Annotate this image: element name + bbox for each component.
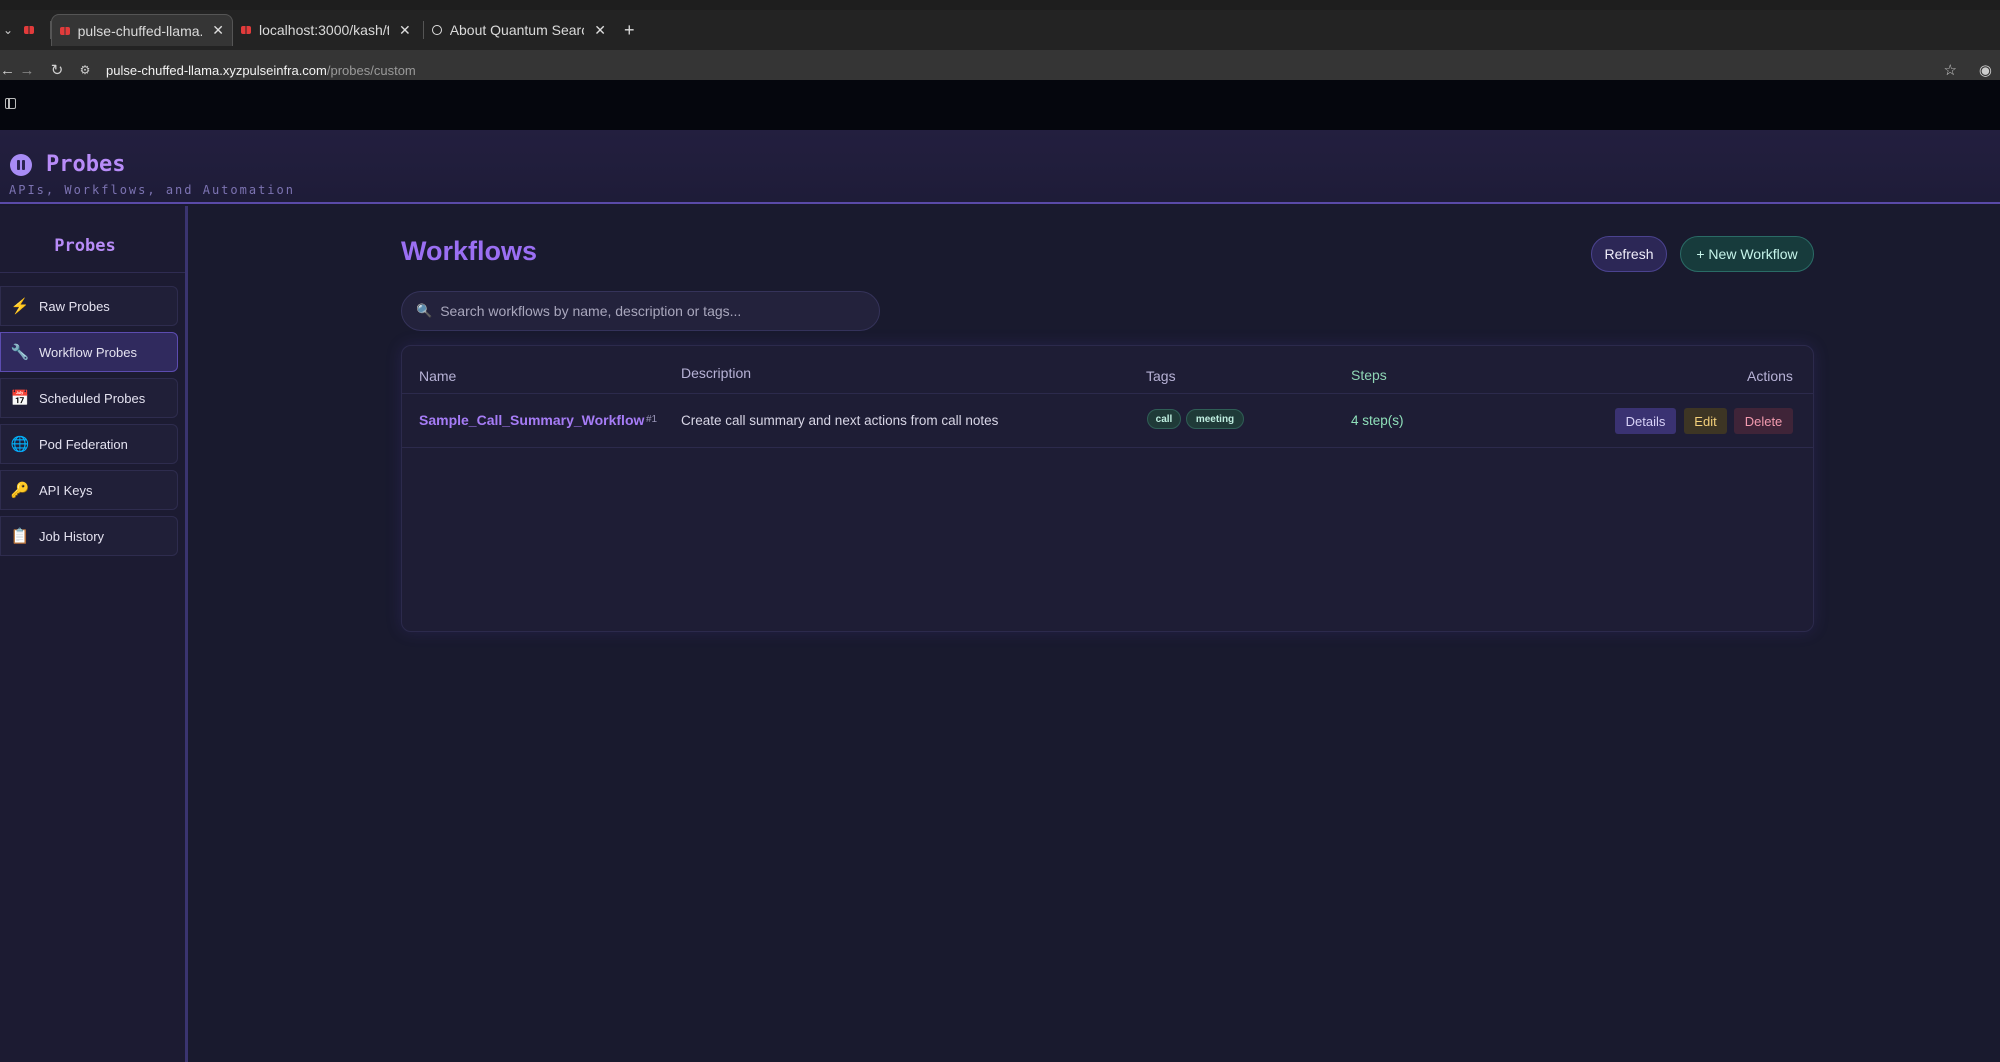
workflow-description: Create call summary and next actions fro… — [681, 413, 999, 428]
profile-icon[interactable]: ◉ — [1979, 61, 1992, 79]
brand-subtitle: APIs, Workflows, and Automation — [9, 183, 295, 197]
table-row: Sample_Call_Summary_Workflow #1 Create c… — [402, 394, 1813, 448]
workflow-id-badge: #1 — [646, 414, 658, 425]
clipboard-icon: 📋 — [10, 528, 30, 545]
details-button[interactable]: Details — [1615, 408, 1676, 434]
globe-icon: 🌐 — [10, 436, 30, 453]
browser-tab-quantum[interactable]: About Quantum Search ✕ — [424, 14, 614, 46]
close-tab-icon[interactable]: ✕ — [212, 22, 224, 39]
bookmark-star-icon[interactable]: ☆ — [1943, 61, 1956, 79]
delete-button[interactable]: Delete — [1734, 408, 1793, 434]
sidebar-item-job-history[interactable]: 📋 Job History — [0, 516, 178, 556]
refresh-button[interactable]: Refresh — [1591, 236, 1667, 272]
back-icon[interactable]: ← — [0, 62, 15, 79]
pause-logo-icon — [10, 154, 32, 176]
sidebar-item-raw-probes[interactable]: ⚡ Raw Probes — [0, 286, 178, 326]
site-settings-icon[interactable]: ⚙ — [72, 63, 98, 77]
lightning-icon: ⚡ — [10, 298, 30, 315]
close-tab-icon[interactable]: ✕ — [399, 22, 411, 39]
column-header-actions: Actions — [1747, 368, 1793, 384]
tab-list-chevron-icon[interactable]: ⌄ — [0, 23, 16, 37]
browser-tab-active[interactable]: pulse-chuffed-llama.xyzpulseinfra.com ✕ — [51, 14, 233, 46]
search-icon: 🔍 — [416, 303, 433, 318]
workflow-steps-count: 4 step(s) — [1351, 413, 1404, 428]
sidebar-item-pod-federation[interactable]: 🌐 Pod Federation — [0, 424, 178, 464]
tab-title: pulse-chuffed-llama.xyzpulseinfra.com — [77, 22, 203, 39]
column-header-tags: Tags — [1146, 368, 1176, 384]
sidebar-toggle-icon[interactable] — [5, 98, 16, 109]
sidebar-item-label: Job History — [39, 528, 105, 544]
column-header-steps: Steps — [1351, 367, 1387, 383]
calendar-icon: 📅 — [10, 390, 30, 407]
red-favicon-icon — [24, 26, 34, 34]
search-box: 🔍 — [401, 291, 880, 331]
brand-title: Probes — [46, 152, 126, 177]
sidebar-divider — [0, 272, 185, 273]
circle-favicon-icon — [432, 25, 442, 35]
new-workflow-button[interactable]: + New Workflow — [1680, 236, 1814, 272]
reload-icon[interactable]: ↻ — [42, 61, 72, 79]
table-header: Name Description Tags Steps Actions — [402, 346, 1813, 394]
sidebar-item-label: Scheduled Probes — [39, 390, 146, 406]
app-top-bar — [0, 80, 2000, 130]
sidebar-item-scheduled-probes[interactable]: 📅 Scheduled Probes — [0, 378, 178, 418]
url-field[interactable]: pulse-chuffed-llama.xyzpulseinfra.com/pr… — [106, 63, 416, 78]
sidebar-item-label: Raw Probes — [39, 298, 110, 314]
sidebar: Probes ⚡ Raw Probes 🔧 Workflow Probes 📅 … — [0, 206, 188, 1062]
column-header-description: Description — [681, 365, 752, 381]
tag-chip: meeting — [1186, 409, 1244, 429]
tag-chip: call — [1147, 409, 1181, 429]
close-tab-icon[interactable]: ✕ — [594, 22, 606, 39]
browser-tab-localhost[interactable]: localhost:3000/kash/tags ✕ — [233, 14, 423, 46]
workflow-name-link[interactable]: Sample_Call_Summary_Workflow — [419, 412, 644, 428]
wrench-icon: 🔧 — [10, 344, 30, 361]
column-header-name: Name — [419, 368, 457, 384]
sidebar-item-api-keys[interactable]: 🔑 API Keys — [0, 470, 178, 510]
sidebar-item-label: Workflow Probes — [39, 344, 138, 360]
page-header: Probes APIs, Workflows, and Automation — [0, 130, 2000, 204]
sidebar-item-label: API Keys — [39, 482, 93, 498]
page-title: Workflows — [401, 236, 538, 266]
sidebar-item-label: Pod Federation — [39, 436, 128, 452]
red-favicon-icon — [241, 26, 251, 34]
sidebar-item-workflow-probes[interactable]: 🔧 Workflow Probes — [0, 332, 178, 372]
red-favicon-icon — [60, 26, 70, 35]
search-input[interactable] — [440, 303, 861, 319]
browser-tab-pinned[interactable] — [16, 14, 50, 46]
workflows-table: Name Description Tags Steps Actions Samp… — [401, 345, 1814, 632]
browser-tab-bar: ⌄ pulse-chuffed-llama.xyzpulseinfra.com … — [0, 10, 2000, 50]
url-path: /probes/custom — [326, 62, 416, 78]
window-top-strip — [0, 0, 2000, 10]
edit-button[interactable]: Edit — [1684, 408, 1727, 434]
key-icon: 🔑 — [10, 482, 30, 499]
forward-icon[interactable]: → — [12, 62, 42, 79]
url-host: pulse-chuffed-llama.xyzpulseinfra.com — [106, 62, 327, 78]
tab-title: localhost:3000/kash/tags — [259, 22, 389, 38]
tab-title: About Quantum Search — [449, 22, 585, 38]
new-tab-icon[interactable]: + — [624, 20, 635, 41]
sidebar-title: Probes — [54, 236, 116, 256]
